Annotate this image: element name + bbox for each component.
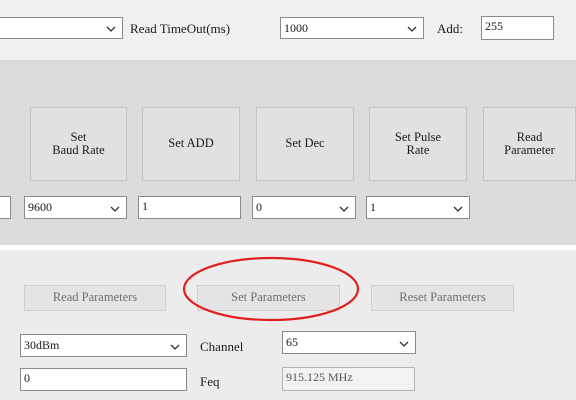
- add-value-input[interactable]: 1: [138, 196, 241, 219]
- set-baud-rate-button[interactable]: Set Baud Rate: [30, 107, 127, 181]
- read-parameters-button[interactable]: Read Parameters: [24, 285, 166, 311]
- freq-label: Feq: [200, 374, 220, 389]
- chevron-down-icon: [339, 206, 349, 212]
- chevron-down-icon: [170, 344, 180, 350]
- port-select[interactable]: [0, 17, 123, 39]
- add-label: Add:: [437, 21, 463, 36]
- pulse-rate-select[interactable]: 1: [366, 196, 470, 219]
- pulse-rate-value: 1: [370, 200, 376, 214]
- power-select[interactable]: 30dBm: [20, 334, 187, 357]
- chevron-down-icon: [453, 206, 463, 212]
- frequency-field: 915.125 MHz: [282, 367, 415, 391]
- dec-select[interactable]: 0: [252, 196, 356, 219]
- power-value: 30dBm: [24, 338, 60, 352]
- timeout-label: Read TimeOut(ms): [130, 21, 231, 36]
- chevron-down-icon: [399, 341, 409, 347]
- add-input[interactable]: 255: [481, 16, 554, 40]
- baud-rate-select[interactable]: 9600: [24, 196, 127, 219]
- set-dec-button[interactable]: Set Dec: [256, 107, 354, 181]
- channel-label: Channel: [200, 339, 244, 354]
- chevron-down-icon: [407, 26, 417, 32]
- reset-parameters-button[interactable]: Reset Parameters: [371, 285, 514, 311]
- left-partial-field[interactable]: [0, 196, 11, 219]
- channel-value: 65: [286, 335, 298, 349]
- highlight-circle: [182, 256, 360, 322]
- timeout-select[interactable]: 1000: [280, 17, 424, 39]
- dec-value: 0: [256, 200, 262, 214]
- chevron-down-icon: [110, 206, 120, 212]
- channel-select[interactable]: 65: [282, 331, 416, 354]
- baud-rate-value: 9600: [28, 200, 52, 214]
- set-add-button[interactable]: Set ADD: [142, 107, 240, 181]
- chevron-down-icon: [106, 26, 116, 32]
- read-parameter-button[interactable]: Read Parameter: [483, 107, 576, 181]
- set-pulse-rate-button[interactable]: Set Pulse Rate: [369, 107, 467, 181]
- power-offset-input[interactable]: 0: [20, 368, 187, 391]
- timeout-value: 1000: [284, 21, 308, 35]
